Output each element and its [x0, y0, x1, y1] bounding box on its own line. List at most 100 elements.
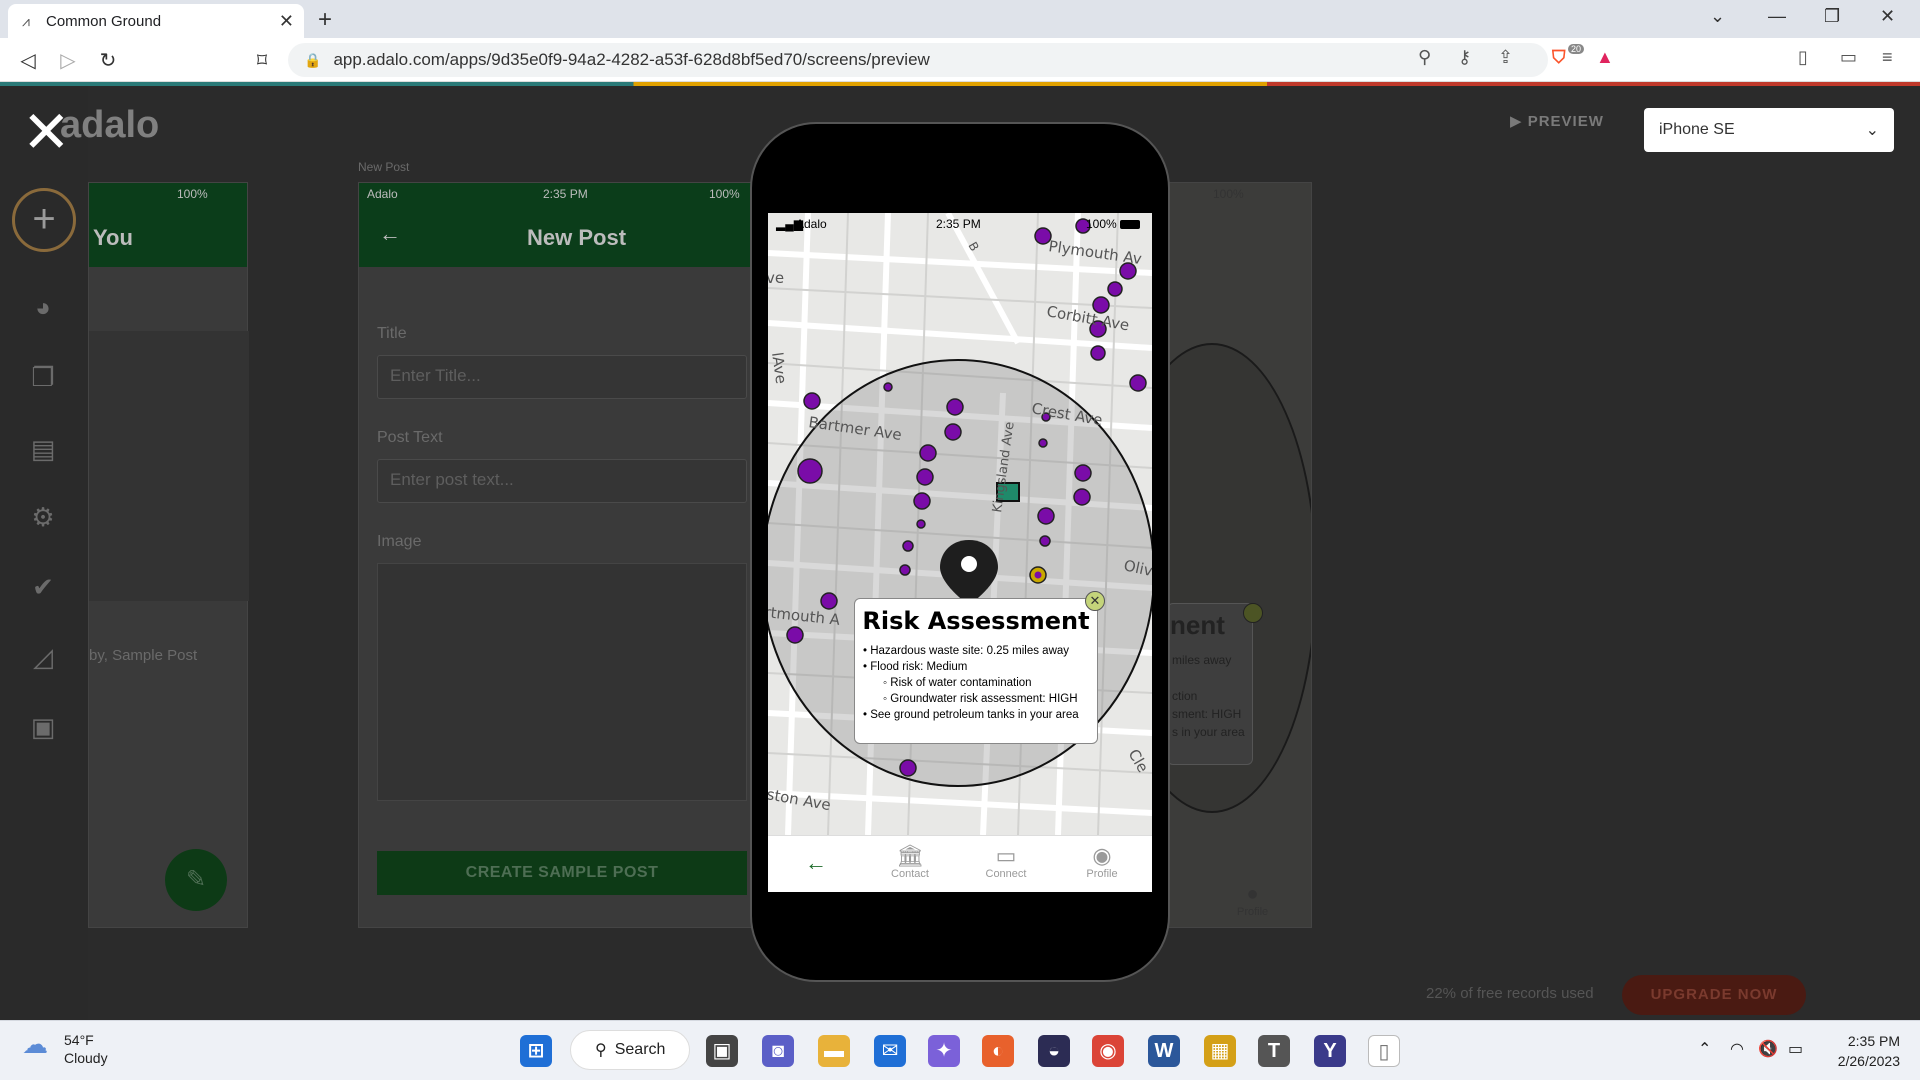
temperature-text: 54°F — [64, 1032, 94, 1048]
brave-shield-icon[interactable]: ⛉ — [1552, 47, 1566, 68]
minimize-button[interactable]: — — [1768, 6, 1786, 27]
nav-profile[interactable]: ◉ Profile — [1064, 844, 1140, 881]
popup-close-icon[interactable] — [1243, 603, 1263, 623]
tab-search-icon[interactable]: ⌄ — [1710, 6, 1725, 27]
risk-item: Flood risk: Medium — [863, 659, 1097, 675]
device-select[interactable]: iPhone SE ⌄ — [1644, 108, 1894, 152]
popup-line: s in your area — [1172, 725, 1245, 739]
chrome-icon[interactable]: ◉ — [1092, 1035, 1124, 1067]
copilot-icon[interactable]: ✦ — [928, 1035, 960, 1067]
risk-list: Hazardous waste site: 0.25 miles away Fl… — [863, 643, 1097, 723]
screen-title: New Post — [527, 225, 627, 250]
file-explorer-icon[interactable]: ▬ — [818, 1035, 850, 1067]
nav-connect[interactable]: ▭ Connect — [968, 844, 1044, 881]
popup-line: ction — [1172, 689, 1198, 703]
nav-connect-label: Connect — [985, 868, 1027, 880]
settings-icon[interactable]: ⚙ — [28, 502, 58, 532]
device-selected-text: iPhone SE — [1659, 121, 1735, 138]
warning-marker-core — [1034, 571, 1042, 579]
editor-screen-left[interactable]: 100% You by, Sample Post ✎ — [88, 182, 249, 928]
screen-caption: New Post — [358, 160, 410, 174]
popup-close-button[interactable]: ✕ — [1085, 591, 1105, 611]
battery-text: 100% — [177, 187, 208, 201]
preview-button[interactable]: ▶ PREVIEW — [1510, 112, 1604, 130]
battery-text: 100% — [709, 187, 740, 201]
database-icon[interactable]: ▤ — [28, 434, 58, 464]
calculator-icon[interactable]: ▦ — [1204, 1035, 1236, 1067]
windows-taskbar: ☁ 54°F Cloudy ⊞ ⚲ Search ▣ ◙ ▬ ✉ ✦ ◐ ◒ ◉… — [0, 1020, 1920, 1080]
key-icon[interactable]: ⚷ — [1458, 47, 1471, 68]
volume-muted-icon[interactable]: 🔇 — [1758, 1039, 1778, 1059]
popup-title-partial: nent — [1170, 610, 1225, 640]
adalo-logo: adalo — [60, 104, 160, 146]
taskbar-search[interactable]: ⚲ Search — [570, 1030, 690, 1070]
notepad-icon[interactable]: ▯ — [1368, 1035, 1400, 1067]
browser-tab[interactable]: ⩘ Common Ground ✕ — [8, 4, 304, 38]
sample-post-label: by, Sample Post — [89, 647, 198, 664]
close-preview-button[interactable]: ✕ — [22, 104, 71, 162]
taskbar-clock[interactable]: 2:35 PM 2/26/2023 — [1830, 1031, 1900, 1071]
brave-rewards-icon[interactable]: ▲ — [1596, 47, 1614, 68]
edit-fab-button[interactable]: ✎ — [165, 849, 227, 911]
nav-contact-label: Contact — [891, 868, 929, 880]
url-text: app.adalo.com/apps/9d35e0f9-94a2-4282-a5… — [333, 50, 930, 69]
analytics-icon[interactable]: ◿ — [28, 642, 58, 672]
records-usage-text: 22% of free records used — [1426, 985, 1594, 1002]
back-icon[interactable]: ◁ — [16, 48, 40, 73]
lock-icon: 🔒 — [304, 51, 322, 68]
close-tab-icon[interactable]: ✕ — [279, 11, 294, 32]
docs-icon[interactable]: ▣ — [28, 712, 58, 742]
share-icon[interactable]: ⇪ — [1498, 47, 1513, 68]
sample-post-card — [89, 331, 249, 601]
time-text: 2:35 PM — [543, 187, 588, 201]
teams-chat-icon[interactable]: ◙ — [762, 1035, 794, 1067]
publish-icon[interactable]: ✔ — [28, 572, 58, 602]
image-picker[interactable] — [377, 563, 747, 801]
wallet-icon[interactable]: ▭ — [1840, 47, 1857, 68]
firefox-icon[interactable]: ◐ — [982, 1035, 1014, 1067]
title-input[interactable]: Enter Title... — [377, 355, 747, 399]
editor-screen-new-post[interactable]: Adalo 2:35 PM 100% ← New Post Title Ente… — [358, 182, 754, 928]
search-icon: ⚲ — [595, 1042, 607, 1059]
reload-icon[interactable]: ↻ — [96, 48, 120, 73]
back-arrow-icon[interactable]: ← — [778, 850, 854, 876]
back-arrow-icon[interactable]: ← — [379, 221, 401, 247]
palette-icon[interactable]: ◕ — [28, 292, 58, 322]
upgrade-now-button[interactable]: UPGRADE NOW — [1622, 975, 1806, 1015]
browser-tabbar: ⩘ Common Ground ✕ + ⌄ — ❐ ✕ — [0, 0, 1920, 38]
screens-icon[interactable]: ❐ — [28, 362, 58, 392]
app-icon[interactable]: Y — [1314, 1035, 1346, 1067]
close-window-button[interactable]: ✕ — [1880, 6, 1895, 27]
screen-title: You — [93, 225, 133, 250]
new-tab-button[interactable]: + — [318, 6, 332, 34]
create-sample-post-button[interactable]: CREATE SAMPLE POST — [377, 851, 747, 895]
preview-label: PREVIEW — [1527, 113, 1604, 130]
windows-start-icon[interactable]: ⊞ — [520, 1035, 552, 1067]
nav-contact[interactable]: 🏛 Contact — [872, 844, 948, 881]
menu-icon[interactable]: ≡ — [1882, 47, 1893, 68]
mail-icon[interactable]: ✉ — [874, 1035, 906, 1067]
tex-icon[interactable]: T — [1258, 1035, 1290, 1067]
location-icon[interactable]: ⚲ — [1418, 47, 1431, 68]
popup-title: Risk Assessment — [862, 607, 1090, 635]
risk-popup-partial: nent miles away ction sment: HIGH s in y… — [1167, 603, 1253, 765]
forward-icon[interactable]: ▷ — [56, 48, 80, 73]
task-view-icon[interactable]: ▣ — [706, 1035, 738, 1067]
risk-subitem: Risk of water contamination — [863, 675, 1097, 691]
post-text-input[interactable]: Enter post text... — [377, 459, 747, 503]
battery-icon[interactable]: ▭ — [1788, 1039, 1803, 1059]
maximize-button[interactable]: ❐ — [1824, 6, 1840, 27]
editor-screen-right[interactable]: 100% nent miles away ction sment: HIGH s… — [1166, 182, 1312, 928]
profile-nav-item[interactable]: ● Profile — [1237, 883, 1268, 918]
bookmark-icon[interactable]: ⌑ — [250, 48, 274, 73]
wifi-icon[interactable]: ◠ — [1730, 1039, 1744, 1059]
add-component-button[interactable]: + — [12, 188, 76, 252]
eclipse-icon[interactable]: ◒ — [1038, 1035, 1070, 1067]
address-bar[interactable]: 🔒 app.adalo.com/apps/9d35e0f9-94a2-4282-… — [288, 43, 1548, 77]
carrier-text: Adalo — [367, 187, 398, 201]
tray-chevron-icon[interactable]: ⌃ — [1698, 1039, 1711, 1059]
sidebar-toggle-icon[interactable]: ▯ — [1798, 47, 1808, 68]
word-icon[interactable]: W — [1148, 1035, 1180, 1067]
cloud-icon: ☁ — [22, 1029, 48, 1059]
phone-screen: Plymouth Av Corbitt Ave Crest Ave Bartme… — [768, 213, 1152, 892]
